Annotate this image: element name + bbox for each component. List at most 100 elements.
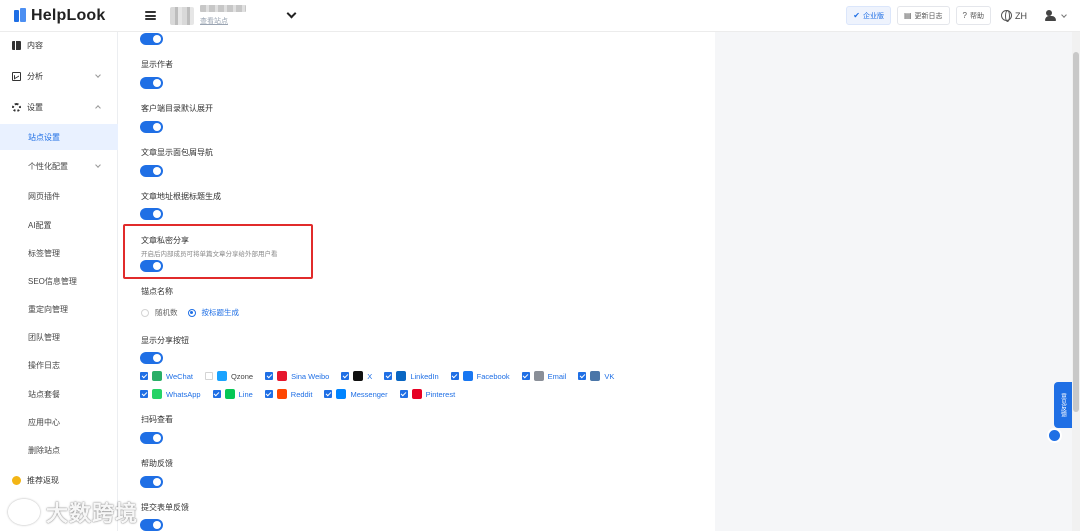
linkedin-icon	[396, 371, 407, 381]
sidebar-item-label: SEO信息管理	[28, 276, 77, 286]
toggle-toc-expand[interactable]	[140, 121, 163, 133]
site-switch-chevron-down-icon[interactable]	[286, 8, 297, 19]
sidebar-item-label: 标签管理	[28, 248, 60, 258]
radio-anchor-random[interactable]: 随机数	[141, 307, 178, 318]
top-bar: HelpLook 查看站点 ✔ 企业版 ▤ 更新日志 ? 帮助 ZH	[0, 0, 1080, 32]
share-checkbox[interactable]	[140, 372, 148, 380]
share-option-email[interactable]: Email	[521, 371, 566, 381]
sidebar-item-delete-site[interactable]: 删除站点	[0, 437, 118, 463]
toggle-breadcrumb[interactable]	[140, 165, 163, 177]
share-option-linkedin[interactable]: LinkedIn	[384, 371, 439, 381]
toggle-private-share[interactable]	[140, 260, 163, 272]
share-checkbox[interactable]	[265, 372, 274, 380]
menu-toggle-icon[interactable]	[145, 11, 156, 20]
share-checkbox[interactable]	[399, 390, 408, 398]
radio-dot	[141, 308, 149, 317]
sidebar: 内容 分析 设置 站点设置 个性化配置 网页插件 AI配置 标签管理 SEO信息…	[0, 32, 118, 531]
user-icon	[1046, 9, 1052, 16]
sidebar-item-ops-log[interactable]: 操作日志	[0, 352, 118, 378]
scrollbar[interactable]	[1072, 32, 1080, 531]
share-checkbox[interactable]	[204, 372, 213, 380]
share-option-facebook[interactable]: Facebook	[450, 371, 510, 381]
whatsapp-icon	[152, 389, 162, 399]
feedback-tab[interactable]: 意见反馈	[1054, 382, 1072, 428]
sidebar-item-label: 删除站点	[28, 445, 60, 455]
sidebar-item-seo[interactable]: SEO信息管理	[0, 268, 118, 294]
chat-bubble-icon[interactable]	[1047, 428, 1062, 443]
share-option-weibo[interactable]: Sina Weibo	[265, 371, 329, 381]
share-option-wechat[interactable]: WeChat	[140, 371, 193, 381]
sidebar-item-referral[interactable]: 推荐返现	[0, 467, 118, 493]
sidebar-item-label: AI配置	[28, 220, 52, 230]
sidebar-item-site-settings[interactable]: 站点设置	[0, 124, 118, 150]
toggle-help-feedback[interactable]	[140, 476, 163, 488]
reddit-icon	[276, 389, 287, 399]
helplook-logo[interactable]: HelpLook	[14, 7, 129, 25]
sidebar-item-tags[interactable]: 标签管理	[0, 240, 118, 266]
share-checkbox[interactable]	[140, 390, 148, 398]
share-checkbox[interactable]	[578, 372, 587, 380]
sidebar-item-plan[interactable]: 站点套餐	[0, 381, 118, 407]
radio-anchor-by-title[interactable]: 按标题生成	[187, 307, 240, 318]
sidebar-item-redirect[interactable]: 重定向管理	[0, 296, 118, 322]
globe-icon	[1001, 10, 1012, 22]
sidebar-item-personalization[interactable]: 个性化配置	[0, 153, 118, 179]
logo-text: HelpLook	[31, 6, 106, 24]
share-options-row-2: WhatsApp Line Reddit Messenger Pinterest	[140, 389, 467, 399]
share-option-pinterest[interactable]: Pinterest	[399, 389, 455, 399]
language-switch[interactable]: ZH	[1001, 10, 1027, 22]
share-checkbox[interactable]	[341, 372, 350, 380]
radio-label: 按标题生成	[201, 308, 240, 317]
toggle-previous-setting[interactable]	[140, 33, 163, 45]
sidebar-item-analytics[interactable]: 分析	[0, 63, 118, 89]
sidebar-item-team[interactable]: 团队管理	[0, 324, 118, 350]
enterprise-button[interactable]: ✔ 企业版	[846, 6, 891, 25]
sidebar-item-settings[interactable]: 设置	[0, 94, 118, 120]
share-option-reddit[interactable]: Reddit	[264, 389, 312, 399]
gear-icon	[12, 102, 21, 112]
share-checkbox[interactable]	[384, 372, 393, 380]
changelog-button[interactable]: ▤ 更新日志	[896, 6, 950, 25]
setting-label-form-feedback: 提交表单反馈	[141, 503, 189, 512]
sidebar-item-apps[interactable]: 应用中心	[0, 409, 118, 435]
setting-label-help-feedback: 帮助反馈	[141, 459, 173, 468]
settings-panel: 显示作者 客户端目录默认展开 文章显示面包屑导航 文章地址根据标题生成 文章私密…	[118, 32, 715, 531]
messenger-icon	[336, 389, 347, 399]
view-site-link[interactable]: 查看站点	[200, 16, 288, 26]
sidebar-item-content[interactable]: 内容	[0, 32, 118, 58]
help-button[interactable]: ? 帮助	[955, 6, 991, 25]
sidebar-item-label: 站点设置	[28, 132, 60, 142]
share-checkbox[interactable]	[450, 372, 459, 380]
share-option-x[interactable]: X	[341, 371, 372, 381]
share-option-messenger[interactable]: Messenger	[324, 389, 388, 399]
chevron-down-icon	[95, 72, 101, 78]
weibo-icon	[277, 371, 288, 381]
sidebar-item-ai-config[interactable]: AI配置	[0, 212, 118, 238]
scrollbar-thumb[interactable]	[1073, 52, 1079, 412]
toggle-url-from-title[interactable]	[140, 208, 163, 220]
toggle-form-feedback[interactable]	[140, 519, 163, 531]
share-option-vk[interactable]: VK	[578, 371, 614, 381]
share-checkbox[interactable]	[264, 390, 273, 398]
share-checkbox[interactable]	[212, 390, 221, 398]
share-checkbox[interactable]	[521, 372, 530, 380]
share-option-label: Facebook	[476, 371, 510, 381]
share-option-whatsapp[interactable]: WhatsApp	[140, 389, 201, 399]
vk-icon	[590, 371, 601, 381]
user-menu[interactable]	[1043, 9, 1067, 21]
toggle-show-share[interactable]	[140, 352, 163, 364]
share-option-label: LinkedIn	[410, 371, 439, 381]
share-option-line[interactable]: Line	[212, 389, 253, 399]
site-name-blurred	[200, 5, 246, 12]
sidebar-item-label: 设置	[27, 102, 43, 112]
toggle-show-author[interactable]	[140, 77, 163, 89]
watermark-text: 大数跨境	[46, 501, 139, 526]
pinterest-icon	[411, 389, 422, 399]
watermark: 大数跨境	[8, 496, 138, 528]
share-checkbox[interactable]	[324, 390, 333, 398]
sidebar-item-web-plugin[interactable]: 网页插件	[0, 183, 118, 209]
preview-pane	[715, 32, 1073, 531]
toggle-scan-view[interactable]	[140, 432, 163, 444]
share-option-qzone[interactable]: Qzone	[204, 371, 253, 381]
user-icon-body	[1045, 16, 1056, 21]
